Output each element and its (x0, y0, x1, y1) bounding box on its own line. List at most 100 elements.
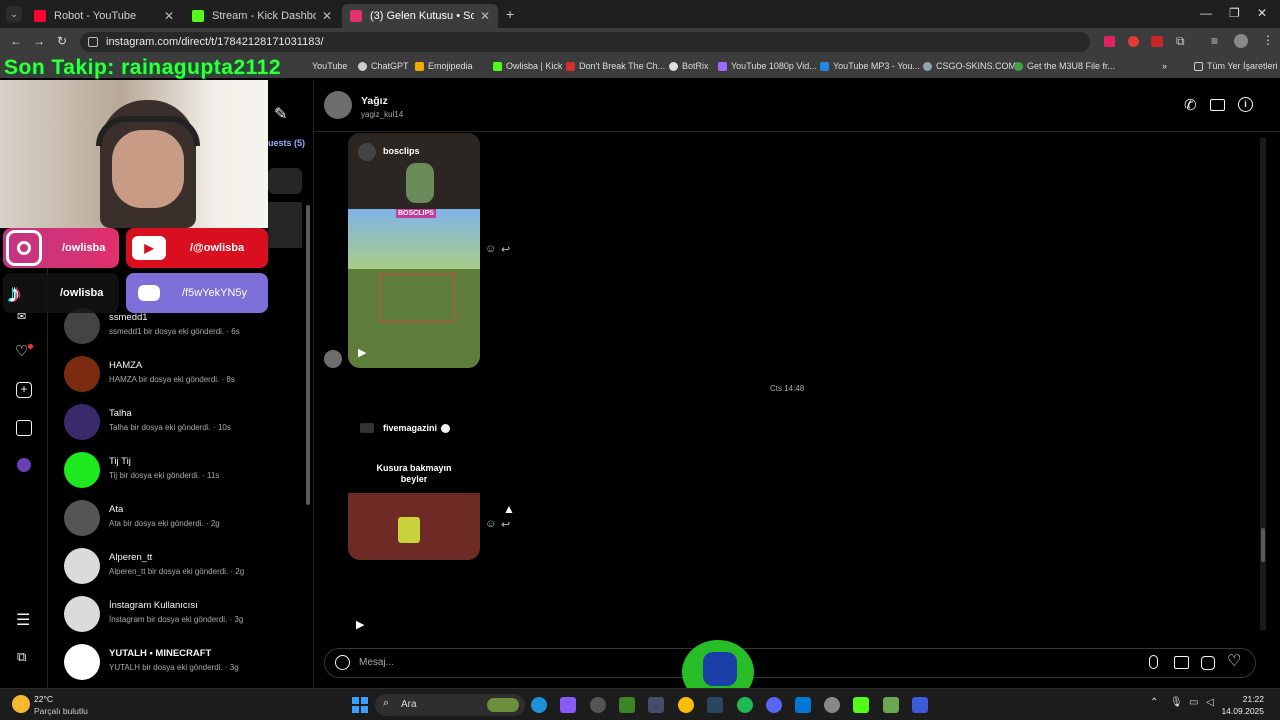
reload-button[interactable]: ↻ (57, 34, 67, 48)
extension-icon[interactable] (1151, 36, 1163, 47)
chrome-icon[interactable] (678, 697, 694, 713)
new-tab-button[interactable]: + (506, 6, 514, 22)
reply-icon[interactable]: ↩ (501, 243, 510, 256)
maximize-button[interactable]: ❐ (1229, 6, 1240, 20)
close-icon[interactable]: ✕ (480, 9, 490, 23)
bookmark-item[interactable]: YouTube 1080p Vid... (718, 61, 817, 71)
browser-tab-instagram[interactable]: (3) Gelen Kutusu • Sohbetler ✕ (342, 4, 498, 28)
reply-icon[interactable]: ↩ (501, 518, 510, 531)
microphone-icon[interactable] (1149, 655, 1158, 669)
browser-tab-youtube[interactable]: Robot - YouTube ✕ (26, 4, 182, 28)
phone-icon[interactable]: ✆ (1184, 96, 1197, 114)
avatar[interactable] (324, 91, 352, 119)
sticker-icon[interactable] (1201, 656, 1215, 670)
close-icon[interactable]: ✕ (322, 9, 332, 23)
more-menu-icon[interactable]: ☰ (16, 610, 30, 630)
weather-desc[interactable]: Parçalı bulutlu (34, 706, 88, 716)
avatar[interactable] (1234, 34, 1248, 48)
thread-item[interactable]: YUTALH • MINECRAFT YUTALH bir dosya eki … (64, 640, 304, 686)
profile-avatar[interactable] (17, 458, 31, 472)
shared-reel-card[interactable]: bosclips BOSCLIPS ▶ (348, 133, 480, 368)
volume-icon[interactable]: ◁ (1206, 697, 1214, 708)
window-close-button[interactable]: ✕ (1257, 6, 1267, 20)
reel-icon[interactable]: ▶ (356, 618, 364, 631)
network-icon[interactable]: ▭ (1189, 697, 1198, 708)
close-icon[interactable]: ✕ (164, 9, 174, 23)
bookmark-item[interactable]: CSGO-SKINS.COM (923, 61, 1016, 71)
steam-icon[interactable] (707, 697, 723, 713)
chat-scrollbar-thumb[interactable] (1261, 528, 1265, 562)
microphone-tray-icon[interactable]: 🎙 (1170, 697, 1183, 708)
bookmark-item[interactable]: YouTube MP3 - You... (820, 61, 920, 71)
back-button[interactable]: ← (10, 34, 22, 48)
forward-button[interactable]: → (33, 34, 45, 48)
reading-list-icon[interactable]: ≡ (1211, 34, 1218, 48)
shared-post-card[interactable]: fivemagazini Kusura bakmayın beyler (348, 415, 480, 560)
tab-search-button[interactable]: ⌄ (6, 6, 22, 22)
site-info-icon[interactable] (88, 37, 98, 47)
thread-item[interactable]: Alperen_tt Alperen_tt bir dosya eki gönd… (64, 544, 304, 590)
thread-item[interactable]: İnstagram Kullanıcısı İnstagram bir dosy… (64, 592, 304, 638)
bookmark-item[interactable]: YouTube (312, 61, 347, 71)
tray-overflow-icon[interactable]: ⌃ (1150, 697, 1158, 708)
vscode-icon[interactable] (795, 697, 811, 713)
windows-start-icon[interactable] (352, 697, 368, 713)
heart-icon[interactable]: ♡ (1227, 651, 1241, 671)
obs-icon[interactable] (590, 697, 606, 713)
thread-item[interactable]: Tij Tij Tij bir dosya eki gönderdi. · 11… (64, 448, 304, 494)
message-input[interactable]: Mesaj... (359, 657, 394, 668)
davinci-icon[interactable] (648, 697, 664, 713)
clock-date[interactable]: 14.09.2025 (1216, 706, 1264, 716)
puzzle-icon[interactable]: ⧉ (1176, 34, 1185, 49)
bookmark-item[interactable]: BotRix (669, 61, 709, 71)
message-composer[interactable]: Mesaj... ♡ (324, 648, 1256, 678)
contact-name[interactable]: Yağız (361, 95, 388, 107)
video-call-icon[interactable] (1210, 99, 1225, 111)
menu-kebab-icon[interactable]: ⋮ (1262, 33, 1274, 47)
bookmark-item[interactable]: ChatGPT (358, 61, 409, 71)
minecraft-launcher-icon[interactable] (883, 697, 899, 713)
heart-icon[interactable]: ♡ (15, 342, 28, 360)
thread-item[interactable]: Ata Ata bir dosya eki gönderdi. · 2g (64, 496, 304, 542)
url-bar[interactable]: instagram.com/direct/t/17842128171031183… (80, 32, 1090, 52)
clock-time[interactable]: 21:22 (1228, 694, 1264, 704)
emoji-react-icon[interactable]: ☺ (485, 518, 496, 530)
webcam-overlay (0, 80, 268, 228)
info-icon[interactable]: i (1238, 97, 1253, 112)
image-icon[interactable] (1174, 656, 1189, 669)
settings-icon[interactable] (824, 697, 840, 713)
minecraft-icon[interactable] (619, 697, 635, 713)
thread-item[interactable]: HAMZA HAMZA bir dosya eki gönderdi. · 8s (64, 352, 304, 398)
inbox-scrollbar[interactable] (306, 205, 310, 505)
all-bookmarks-button[interactable]: Tüm Yer İşaretleri (1194, 61, 1278, 71)
bookmark-item[interactable]: Owlisba | Kick (493, 61, 562, 71)
weather-icon[interactable] (12, 695, 30, 713)
emoji-icon[interactable] (335, 655, 350, 670)
weather-temp[interactable]: 22°C (34, 694, 53, 704)
spotify-icon[interactable] (737, 697, 753, 713)
extension-icon[interactable] (1128, 36, 1139, 47)
requests-link[interactable]: uests (5) (268, 138, 305, 148)
thread-preview: İnstagram bir dosya eki gönderdi. · 3g (109, 615, 244, 624)
kick-icon[interactable] (853, 697, 869, 713)
minimize-button[interactable]: — (1200, 6, 1212, 20)
create-icon[interactable]: + (16, 382, 32, 398)
discord-handle: /f5wYekYN5y (182, 287, 248, 299)
thread-item[interactable]: Talha Talha bir dosya eki gönderdi. · 10… (64, 400, 304, 446)
search-field[interactable] (268, 168, 302, 194)
browser-tab-kick[interactable]: Stream - Kick Dashboard ✕ (184, 4, 340, 28)
discord-icon[interactable] (766, 697, 782, 713)
dashboard-icon[interactable] (16, 420, 32, 436)
bookmark-item[interactable]: Get the M3U8 File fr... (1014, 61, 1115, 71)
bookmark-item[interactable]: Emojipedia (415, 61, 473, 71)
bookmarks-overflow-button[interactable]: » (1162, 61, 1167, 71)
extension-icon[interactable] (1104, 36, 1115, 47)
copilot-icon[interactable] (560, 697, 576, 713)
meta-apps-icon[interactable]: ⧉ (17, 649, 26, 665)
app-icon[interactable] (912, 697, 928, 713)
edge-icon[interactable] (531, 697, 547, 713)
bookmark-item[interactable]: Don't Break The Ch... (566, 61, 665, 71)
new-message-icon[interactable]: ✎ (274, 104, 287, 124)
taskbar-search[interactable]: ⌕ Ara (375, 694, 525, 716)
emoji-react-icon[interactable]: ☺ (485, 243, 496, 255)
